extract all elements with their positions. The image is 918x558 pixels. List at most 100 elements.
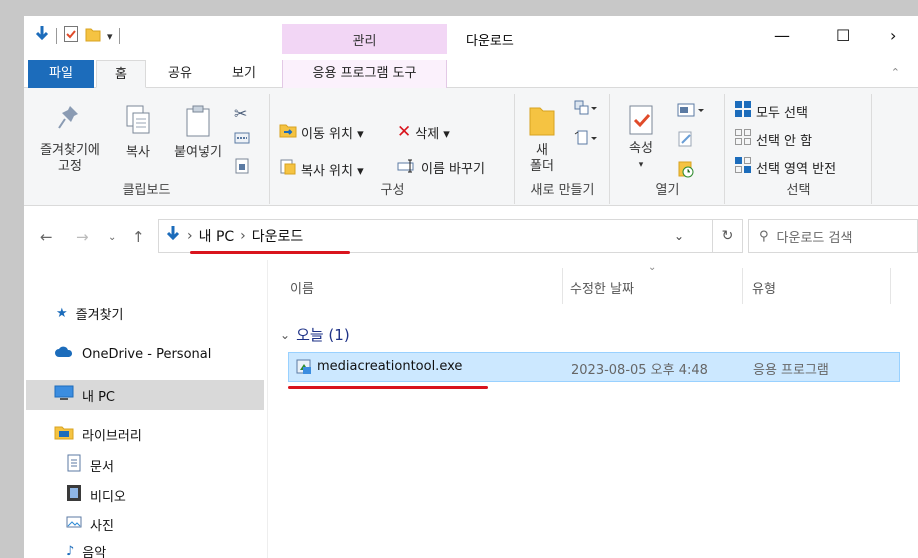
- delete-button[interactable]: ✕ 삭제 ▾: [397, 122, 450, 142]
- close-button[interactable]: ›: [890, 26, 896, 45]
- new-folder-label: 새 폴더: [530, 143, 554, 174]
- invert-selection-button[interactable]: 선택 영역 반전: [734, 156, 836, 178]
- tab-home[interactable]: 홈: [96, 60, 146, 88]
- search-placeholder: 다운로드 검색: [776, 230, 853, 246]
- file-name: mediacreationtool.exe: [317, 359, 463, 374]
- delete-x-icon: ✕: [397, 122, 412, 142]
- nav-item-videos[interactable]: 비디오: [66, 484, 126, 506]
- forward-arrow-icon[interactable]: →: [76, 228, 89, 246]
- column-separator[interactable]: [562, 268, 563, 304]
- copy-icon: [123, 104, 153, 143]
- nav-item-libraries[interactable]: 라이브러리: [54, 424, 142, 444]
- nav-item-this-pc[interactable]: 내 PC: [26, 380, 264, 410]
- nav-item-quick-access[interactable]: ★ 즐겨찾기: [56, 304, 124, 323]
- toolbar-divider: [118, 28, 120, 44]
- address-field[interactable]: › 내 PC › 다운로드 ⌄: [158, 219, 713, 253]
- search-input[interactable]: ⚲ 다운로드 검색: [748, 219, 918, 253]
- cut-icon[interactable]: ✂: [234, 104, 250, 123]
- downloads-location-icon: [165, 225, 181, 247]
- copy-button[interactable]: 복사: [118, 104, 158, 161]
- group-organize: 이동 위치 ▾ ✕ 삭제 ▾ 복사 위치 ▾ 이름 바꾸기 구성: [271, 94, 515, 204]
- pin-to-quick-access-button[interactable]: 즐겨찾기에 고정: [30, 104, 110, 175]
- copy-path-icon[interactable]: [234, 131, 250, 149]
- properties-check-icon[interactable]: [63, 25, 79, 47]
- download-arrow-icon[interactable]: [34, 25, 50, 47]
- breadcrumb-this-pc[interactable]: 내 PC: [199, 226, 235, 246]
- nav-label: 내 PC: [82, 389, 116, 405]
- column-header-name[interactable]: 이름: [290, 278, 314, 297]
- breadcrumb-downloads[interactable]: 다운로드: [252, 226, 304, 246]
- paste-label: 붙여넣기: [174, 145, 222, 160]
- refresh-icon: ↻: [721, 228, 734, 244]
- move-to-button[interactable]: 이동 위치 ▾: [279, 122, 364, 142]
- open-icon[interactable]: [677, 102, 707, 122]
- star-icon: ★: [56, 306, 68, 321]
- new-small-buttons: [574, 100, 600, 150]
- file-list: 이름 수정한 날짜 ⌄ 유형 ⌄ 오늘 (1) mediacreationtoo…: [270, 260, 918, 558]
- properties-dropdown-icon[interactable]: ▾: [619, 157, 663, 173]
- nav-item-onedrive[interactable]: OneDrive - Personal: [54, 346, 211, 362]
- search-icon: ⚲: [759, 228, 769, 244]
- film-icon: [66, 484, 82, 506]
- table-row[interactable]: mediacreationtool.exe 2023-08-05 오후 4:48…: [288, 352, 900, 382]
- breadcrumb-separator: ›: [187, 228, 193, 244]
- picture-icon: [66, 514, 82, 534]
- minimize-button[interactable]: —: [774, 26, 790, 45]
- column-separator[interactable]: [890, 268, 891, 304]
- address-dropdown-icon[interactable]: ⌄: [674, 229, 684, 243]
- ribbon-collapse-icon[interactable]: ⌃: [891, 66, 900, 79]
- nav-item-pictures[interactable]: 사진: [66, 514, 114, 534]
- paste-shortcut-icon[interactable]: [234, 157, 250, 179]
- group-label-new: 새로 만들기: [530, 183, 595, 198]
- file-explorer-window: ▾ 관리 다운로드 — ☐ › 파일 홈 공유 보기 응용 프로그램 도구 ⌃ …: [24, 16, 918, 558]
- column-separator[interactable]: [742, 268, 743, 304]
- easy-access-icon[interactable]: [574, 130, 600, 150]
- copy-to-label: 복사 위치 ▾: [301, 163, 364, 179]
- select-none-icon: [734, 128, 752, 150]
- nav-label: OneDrive - Personal: [82, 346, 212, 362]
- group-label-organize: 구성: [380, 183, 405, 198]
- recent-locations-icon[interactable]: ⌄: [108, 232, 116, 243]
- tab-application-tools[interactable]: 응용 프로그램 도구: [282, 60, 447, 88]
- nav-item-music[interactable]: ♪ 음악: [66, 542, 106, 558]
- edit-icon[interactable]: [677, 130, 707, 152]
- tab-file[interactable]: 파일: [28, 60, 94, 88]
- back-arrow-icon[interactable]: ←: [40, 228, 53, 246]
- tab-view[interactable]: 보기: [220, 60, 268, 88]
- select-none-button[interactable]: 선택 안 함: [734, 128, 812, 150]
- file-modified: 2023-08-05 오후 4:48: [571, 363, 708, 378]
- select-none-label: 선택 안 함: [756, 133, 813, 149]
- new-item-icon[interactable]: [574, 100, 600, 120]
- select-all-button[interactable]: 모두 선택: [734, 100, 808, 122]
- up-arrow-icon[interactable]: ↑: [132, 228, 145, 246]
- maximize-button[interactable]: ☐: [836, 26, 850, 45]
- paste-button[interactable]: 붙여넣기: [168, 104, 228, 161]
- column-header-modified[interactable]: 수정한 날짜: [570, 278, 634, 297]
- quick-access-toolbar: ▾: [34, 24, 120, 48]
- select-all-label: 모두 선택: [756, 105, 808, 121]
- window-title: 다운로드: [466, 34, 514, 49]
- rename-label: 이름 바꾸기: [421, 162, 485, 177]
- folder-icon: [528, 104, 556, 143]
- nav-item-documents[interactable]: 문서: [66, 454, 114, 476]
- context-group-manage: 관리: [282, 24, 447, 54]
- nav-label: 즐겨찾기: [75, 308, 124, 323]
- rename-button[interactable]: 이름 바꾸기: [397, 158, 485, 177]
- pin-label: 즐겨찾기에 고정: [40, 143, 100, 174]
- nav-label: 비디오: [90, 489, 126, 505]
- breadcrumb-separator: ›: [240, 228, 246, 244]
- tab-share[interactable]: 공유: [156, 60, 204, 88]
- new-folder-button[interactable]: 새 폴더: [522, 104, 562, 175]
- new-folder-icon[interactable]: [85, 25, 101, 47]
- group-label-select: 선택: [786, 183, 811, 198]
- nav-label: 라이브러리: [82, 428, 142, 444]
- properties-button[interactable]: 속성 ▾: [619, 104, 663, 173]
- toolbar-divider: [56, 28, 57, 44]
- clipboard-small-buttons: ✂: [234, 104, 250, 179]
- nav-label: 사진: [90, 518, 114, 534]
- refresh-button[interactable]: ↻: [713, 219, 743, 253]
- copy-to-button[interactable]: 복사 위치 ▾: [279, 158, 364, 180]
- column-header-type[interactable]: 유형: [752, 278, 776, 297]
- group-header-today[interactable]: ⌄ 오늘 (1): [280, 324, 350, 345]
- customize-toolbar-icon[interactable]: ▾: [107, 30, 113, 43]
